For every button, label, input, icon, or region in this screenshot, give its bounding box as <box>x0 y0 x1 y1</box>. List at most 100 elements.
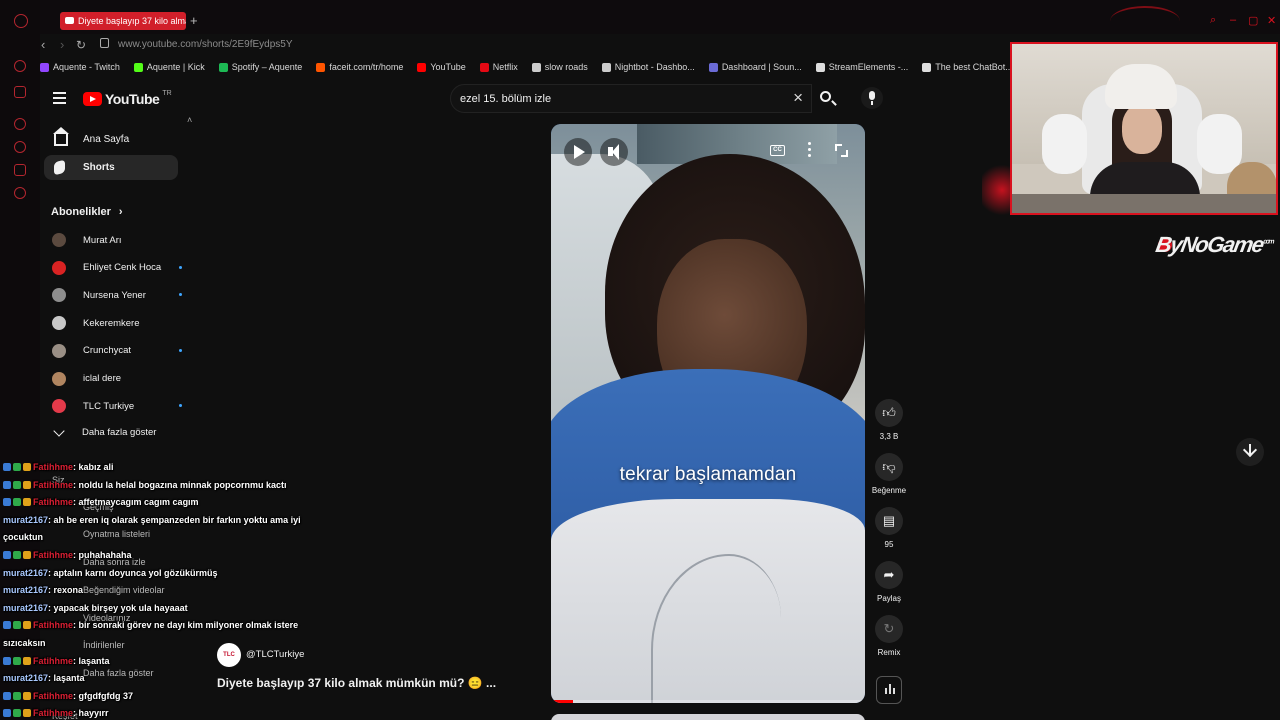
search-small-icon[interactable]: ⌕ <box>1210 14 1216 27</box>
subscription-item[interactable]: Nursena Yener <box>52 286 182 304</box>
close-window-icon[interactable]: ✕ <box>1267 14 1276 27</box>
voice-search-button[interactable] <box>861 87 883 109</box>
chat-text: : rexona <box>48 585 84 596</box>
sidebar-item-downloads[interactable]: İndirilenler <box>83 640 125 650</box>
channel-avatar[interactable]: TLC <box>217 643 241 667</box>
bookmark-item[interactable]: StreamElements -... <box>815 62 908 72</box>
channel-handle[interactable]: @TLCTurkiye <box>246 649 304 660</box>
sidebar-item-show-more[interactable]: Daha fazla göster <box>83 668 154 678</box>
minimize-icon[interactable]: – <box>1230 14 1236 26</box>
new-tab-button[interactable]: + <box>190 12 198 30</box>
bookmark-label: faceit.com/tr/home <box>329 62 404 72</box>
video-progress-bar[interactable] <box>551 700 865 703</box>
subscription-item[interactable]: Crunchycat <box>52 342 182 360</box>
thumbs-down-icon: 👎︎ <box>882 459 896 474</box>
youtube-play-icon <box>83 92 102 106</box>
url-field[interactable]: www.youtube.com/shorts/2E9fEydps5Y <box>118 38 293 52</box>
fullscreen-icon[interactable] <box>835 144 848 157</box>
search-input[interactable]: ezel 15. bölüm izle <box>460 93 551 105</box>
bookmark-item[interactable]: slow roads <box>531 62 588 72</box>
volume-icon[interactable] <box>600 138 628 166</box>
more-options-icon[interactable] <box>808 142 811 157</box>
chat-message: çocuktun <box>3 531 43 543</box>
sidebar-item-label: Shorts <box>83 162 115 173</box>
avatar <box>52 316 66 331</box>
bookmark-item[interactable]: Nightbot - Dashbo... <box>601 62 695 72</box>
subscription-item[interactable]: TLC Turkiye <box>52 397 182 415</box>
search-box[interactable]: ezel 15. bölüm izle × <box>450 84 812 113</box>
bookmark-item[interactable]: The best ChatBot... <box>922 62 1013 72</box>
bookmark-item[interactable]: Aquente - Twitch <box>40 62 120 72</box>
chat-username: Fatihhme <box>33 655 74 666</box>
subscription-item[interactable]: iclal dere <box>52 370 182 388</box>
search-button[interactable] <box>812 84 842 113</box>
chat-text: : aptalın karnı doyunca yol gözükürmüş <box>48 567 218 578</box>
bookmark-item[interactable]: Dashboard | Soun... <box>708 62 802 72</box>
chat-text: : laşanta <box>48 673 85 684</box>
clock-icon[interactable] <box>14 141 26 153</box>
play-icon[interactable] <box>564 138 592 166</box>
chat-text: : affetmaycagım cagım cagım <box>73 497 199 508</box>
back-icon[interactable]: ‹ <box>41 37 45 53</box>
sidebar-item-home[interactable]: Ana Sayfa <box>44 127 178 152</box>
chat-username: Fatihhme <box>33 497 74 508</box>
bookmark-label: Nightbot - Dashbo... <box>614 62 695 72</box>
overlay-decoration <box>1110 6 1180 36</box>
sidebar-item-shorts[interactable]: Shorts <box>44 155 178 180</box>
chat-text: : bir sonraki görev ne dayı kim milyoner… <box>73 620 299 631</box>
short-video-player[interactable]: tekrar başlamamdan CC <box>551 124 865 703</box>
clear-search-icon[interactable]: × <box>793 88 803 108</box>
dislike-button[interactable]: 👎︎ Beğenme <box>871 453 907 495</box>
share-button[interactable]: ➦ Paylaş <box>871 561 907 603</box>
subscription-name: iclal dere <box>83 373 122 384</box>
remix-icon: ↻ <box>883 621 895 636</box>
bookmark-item[interactable]: Spotify – Aquente <box>218 62 303 72</box>
sound-icon[interactable] <box>876 676 902 704</box>
video-title[interactable]: Diyete başlayıp 37 kilo almak mümkün mü?… <box>217 676 496 690</box>
remix-button[interactable]: ↻ Remix <box>871 615 907 657</box>
bookmark-label: Spotify – Aquente <box>231 62 303 72</box>
like-button[interactable]: 👍︎ 3,3 B <box>871 399 907 441</box>
bookmark-item[interactable]: YouTube <box>417 62 466 72</box>
chat-text: : gfgdfgfdg 37 <box>73 690 134 701</box>
chat-message: Fatihhme: affetmaycagım cagım cagım <box>3 496 199 508</box>
opera-logo-icon[interactable] <box>14 14 28 28</box>
subscriptions-title[interactable]: Abonelikler › <box>51 206 123 218</box>
bookmark-item[interactable]: Netflix <box>479 62 518 72</box>
reload-side-icon[interactable] <box>14 60 26 72</box>
sidebar-item-liked[interactable]: Beğendiğim videolar <box>83 585 165 595</box>
youtube-logo[interactable]: YouTube TR <box>83 90 172 107</box>
next-short-preview[interactable] <box>551 714 865 720</box>
tab-active[interactable]: Diyete başlayıp 37 kilo almak <box>60 12 186 30</box>
avatar <box>52 371 66 386</box>
bookmarks-bar: Aquente - Twitch Aquente | Kick Spotify – … <box>40 58 1013 76</box>
bookmark-item[interactable]: Aquente | Kick <box>133 62 205 72</box>
chat-text: : laşanta <box>73 655 110 666</box>
chat-username: Fatihhme <box>33 690 74 701</box>
settings-side-icon[interactable] <box>14 187 26 199</box>
avatar <box>52 233 66 247</box>
chat-message: Fatihhme: laşanta <box>3 655 110 667</box>
show-more-button[interactable]: Daha fazla göster <box>52 424 156 438</box>
menu-icon[interactable] <box>53 92 66 104</box>
subscription-name: Murat Arı <box>83 234 122 246</box>
bookmark-label: Aquente | Kick <box>146 62 205 72</box>
subscription-item[interactable]: Kekeremkere <box>52 314 182 332</box>
subscription-item[interactable]: Ehliyet Cenk Hoca <box>52 259 182 277</box>
bookmark-item[interactable]: faceit.com/tr/home <box>316 62 403 72</box>
sidebar-item-playlists[interactable]: Oynatma listeleri <box>83 529 150 539</box>
lock-icon[interactable] <box>100 38 109 48</box>
avatar <box>52 343 66 358</box>
subscription-item[interactable]: Murat Arı <box>52 231 182 249</box>
reload-icon[interactable]: ↻ <box>76 37 86 53</box>
captions-button[interactable]: CC <box>770 145 785 156</box>
target-icon[interactable] <box>14 118 26 130</box>
cube-icon[interactable] <box>14 164 26 176</box>
forward-icon[interactable]: › <box>60 37 64 53</box>
collapse-icon[interactable]: ˄ <box>187 115 192 125</box>
comments-button[interactable]: ▤ 95 <box>871 507 907 549</box>
maximize-icon[interactable]: ▢ <box>1248 14 1258 27</box>
chat-message: murat2167: yapacak birşey yok ula hayaaa… <box>3 602 188 614</box>
next-arrow-icon[interactable] <box>1236 438 1264 466</box>
bag-icon[interactable] <box>14 86 26 98</box>
